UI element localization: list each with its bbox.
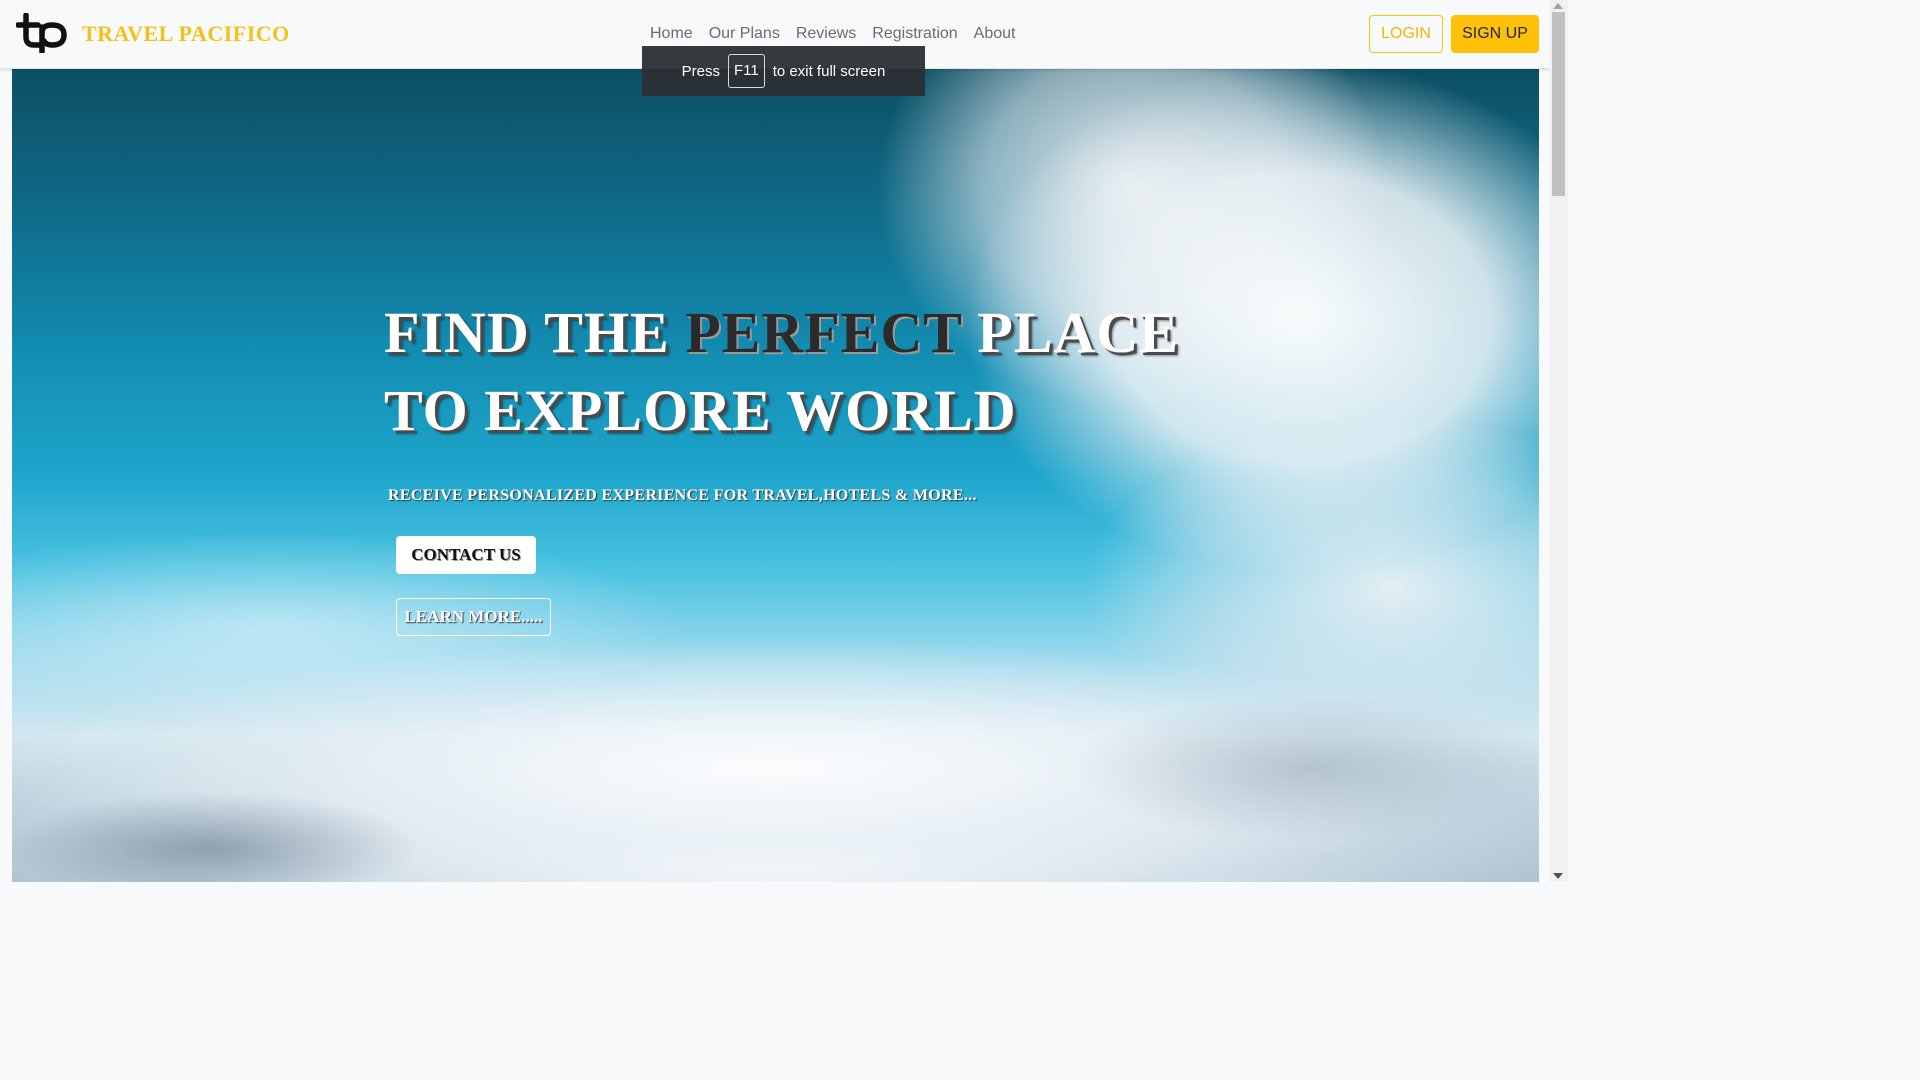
signup-button[interactable]: SIGN UP — [1451, 15, 1539, 53]
hero-title-line-1: FIND THE PERFECT PLACE — [384, 294, 1179, 372]
f11-key-badge: F11 — [728, 54, 765, 88]
nav-link-registration[interactable]: Registration — [864, 22, 965, 46]
contact-us-button[interactable]: CONTACT US — [396, 536, 536, 574]
fullscreen-notice-prefix: Press — [681, 62, 721, 80]
nav-link-about[interactable]: About — [966, 22, 1024, 46]
nav-link-our-plans[interactable]: Our Plans — [701, 22, 788, 46]
tp-logo-icon — [16, 13, 67, 53]
hero-title-line-2: TO EXPLORE WORLD — [384, 378, 1017, 443]
scroll-down-arrow-icon[interactable] — [1553, 873, 1563, 879]
hero-title-highlight: PERFECT — [685, 300, 962, 365]
hero-subtitle: RECEIVE PERSONALIZED EXPERIENCE FOR TRAV… — [388, 487, 977, 504]
nav-link-reviews[interactable]: Reviews — [788, 22, 864, 46]
fullscreen-notice-suffix: to exit full screen — [772, 62, 886, 80]
hero-title: FIND THE PERFECT PLACE TO EXPLORE WORLD — [384, 294, 1179, 450]
learn-more-button[interactable]: LEARN MORE..... — [396, 598, 551, 636]
scroll-up-arrow-icon[interactable] — [1553, 3, 1563, 9]
login-button[interactable]: LOGIN — [1369, 15, 1443, 53]
hero-title-end: PLACE — [961, 300, 1179, 365]
brand-link[interactable]: TRAVEL PACIFICO — [16, 12, 290, 54]
nav-link-home[interactable]: Home — [642, 22, 701, 46]
page-scrollbar[interactable] — [1550, 0, 1568, 882]
page: TRAVEL PACIFICO Home Our Plans Reviews R… — [0, 0, 1568, 882]
hero-section: FIND THE PERFECT PLACE TO EXPLORE WORLD … — [12, 68, 1539, 882]
brand-name: TRAVEL PACIFICO — [82, 21, 290, 46]
fullscreen-exit-notice: Press F11 to exit full screen — [642, 46, 925, 96]
hero-title-start: FIND THE — [384, 300, 686, 365]
main-nav: Home Our Plans Reviews Registration Abou… — [642, 22, 1023, 46]
scrollbar-thumb[interactable] — [1552, 12, 1565, 196]
